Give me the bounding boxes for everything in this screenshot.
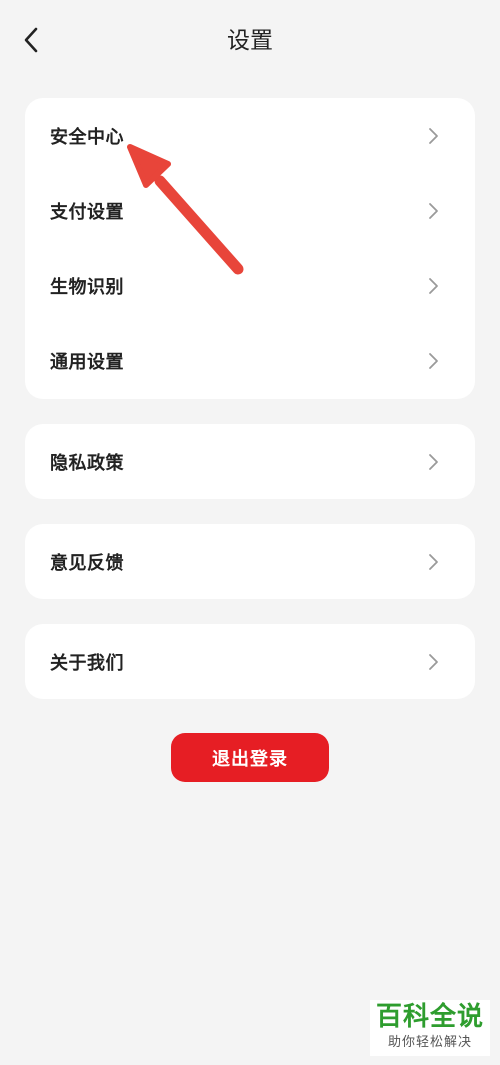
- page-title: 设置: [227, 28, 273, 54]
- watermark-logo: 百科全说 助你轻松解决: [370, 1000, 490, 1056]
- settings-item-label: 意见反馈: [50, 552, 124, 574]
- chevron-right-icon: [423, 452, 443, 472]
- settings-item-label: 生物识别: [50, 276, 124, 298]
- settings-item-about-us[interactable]: 关于我们: [25, 624, 475, 699]
- settings-group-account: 安全中心 支付设置 生物识别 通用设置: [25, 98, 475, 399]
- settings-group-privacy: 隐私政策: [25, 424, 475, 499]
- chevron-right-icon: [423, 276, 443, 296]
- settings-item-biometrics[interactable]: 生物识别: [25, 248, 475, 323]
- settings-group-about: 关于我们: [25, 624, 475, 699]
- watermark-subtitle: 助你轻松解决: [387, 1035, 472, 1050]
- settings-item-label: 隐私政策: [50, 452, 124, 474]
- settings-item-label: 支付设置: [50, 201, 124, 223]
- chevron-right-icon: [423, 552, 443, 572]
- chevron-right-icon: [423, 201, 443, 221]
- settings-item-label: 安全中心: [50, 126, 124, 148]
- settings-item-feedback[interactable]: 意见反馈: [25, 524, 475, 599]
- settings-item-label: 关于我们: [50, 652, 124, 674]
- settings-group-feedback: 意见反馈: [25, 524, 475, 599]
- settings-item-label: 通用设置: [50, 351, 124, 373]
- watermark-title: 百科全说: [375, 1002, 484, 1032]
- settings-item-privacy-policy[interactable]: 隐私政策: [25, 424, 475, 499]
- header-bar: 设置: [0, 0, 500, 82]
- chevron-right-icon: [423, 351, 443, 371]
- chevron-right-icon: [423, 652, 443, 672]
- logout-button[interactable]: 退出登录: [171, 733, 329, 782]
- settings-item-payment-settings[interactable]: 支付设置: [25, 173, 475, 248]
- chevron-right-icon: [423, 126, 443, 146]
- settings-item-general-settings[interactable]: 通用设置: [25, 323, 475, 398]
- settings-item-security-center[interactable]: 安全中心: [25, 98, 475, 173]
